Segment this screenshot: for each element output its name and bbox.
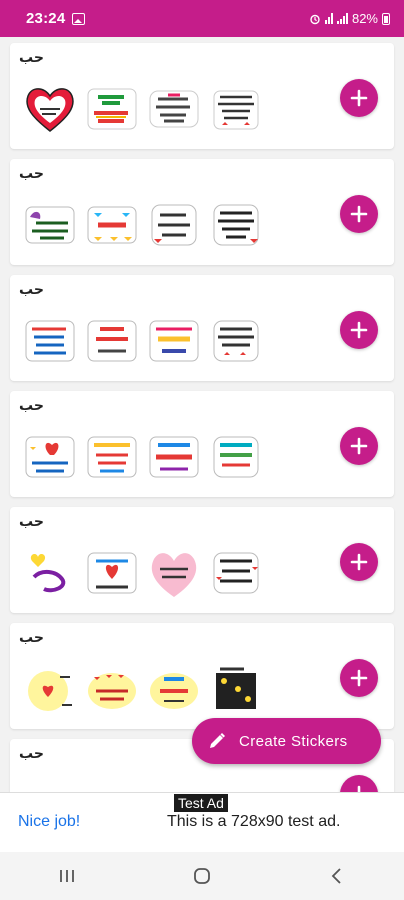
ad-tag: Test Ad [174,794,228,812]
back-icon [331,868,341,884]
sticker-thumbnail [87,320,137,362]
sticker-thumbnail [151,553,197,597]
pack-title: حب [19,281,44,297]
status-time: 23:24 [26,10,66,27]
plus-icon [350,553,368,571]
ad-banner[interactable]: Test Ad Nice job! This is a 728x90 test … [0,792,404,853]
sticker-thumbnail [25,436,75,478]
status-icons: 82% [309,11,390,26]
ad-nice-text[interactable]: Nice job! [18,813,80,831]
battery-percent: 82% [351,11,378,26]
pack-title: حب [19,513,44,529]
sticker-pack-card[interactable]: حب [10,275,394,381]
add-pack-button[interactable] [340,775,378,792]
sticker-thumbnail [216,667,256,709]
wifi-signal-icon [324,13,333,24]
status-bar: 23:24 82% [0,0,404,37]
sticker-thumbnail [149,436,199,478]
sticker-thumbnail [213,204,259,246]
sticker-thumbnail [213,552,259,594]
plus-icon [357,785,361,792]
pack-title: حب [19,397,44,413]
pack-title: حب [19,49,44,65]
sticker-thumbnail [26,88,74,132]
plus-icon [350,437,368,455]
sticker-pack-card[interactable]: حب [10,623,394,729]
sticker-thumbnail [149,90,199,128]
plus-icon [350,669,368,687]
add-pack-button[interactable] [340,79,378,117]
system-nav-bar [0,852,404,900]
sticker-thumbnail [87,88,137,130]
sticker-thumbnail [25,206,75,244]
pencil-icon [210,733,225,748]
plus-icon [350,321,368,339]
sticker-thumbnail [30,554,66,593]
sticker-pack-list[interactable]: حب حب حب حب حب حب حب [0,37,404,792]
add-pack-button[interactable] [340,659,378,697]
sticker-thumbnail [149,320,199,362]
add-pack-button[interactable] [340,311,378,349]
sticker-thumbnail [213,320,259,362]
create-stickers-button[interactable]: Create Stickers [192,718,381,764]
add-pack-button[interactable] [340,427,378,465]
add-pack-button[interactable] [340,195,378,233]
pack-title: حب [19,629,44,645]
sticker-thumbnail [87,552,137,594]
sticker-thumbnail [213,436,259,478]
recents-icon [60,870,75,882]
sticker-thumbnail [151,204,197,246]
sticker-pack-card[interactable]: حب [10,391,394,497]
battery-icon [382,12,390,25]
sticker-pack-card[interactable]: حب [10,507,394,613]
plus-icon [350,205,368,223]
cell-signal-icon [336,13,348,24]
pack-title: حب [19,165,44,181]
sticker-thumbnail [25,320,75,362]
home-icon [194,868,210,884]
plus-icon [350,89,368,107]
create-stickers-label: Create Stickers [239,732,348,750]
sticker-pack-card[interactable]: حب [10,159,394,265]
back-button[interactable] [307,852,367,900]
home-button[interactable] [172,852,232,900]
sticker-thumbnail [87,206,137,244]
sticker-pack-card[interactable]: حب [10,43,394,149]
ad-description: This is a 728x90 test ad. [167,813,341,830]
gallery-notification-icon [72,12,86,25]
sticker-thumbnail [150,673,198,709]
alarm-icon [310,14,320,24]
add-pack-button[interactable] [340,543,378,581]
pack-title: حب [19,745,44,761]
sticker-thumbnail [28,671,72,711]
sticker-thumbnail [88,673,136,709]
recents-button[interactable] [37,852,97,900]
sticker-thumbnail [87,436,137,478]
sticker-thumbnail [213,90,259,130]
